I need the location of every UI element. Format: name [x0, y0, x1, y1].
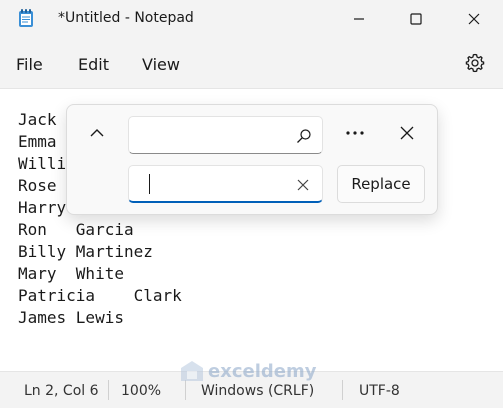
- encoding[interactable]: UTF-8: [359, 383, 400, 399]
- line-ending[interactable]: Windows (CRLF): [201, 383, 314, 399]
- menu-bar: File Edit View: [0, 38, 503, 88]
- more-icon: [346, 131, 364, 135]
- status-divider: [185, 380, 186, 400]
- text-line: Patricia Clark: [18, 286, 182, 305]
- minimize-button[interactable]: [330, 0, 388, 38]
- toggle-replace-button[interactable]: [83, 119, 111, 147]
- close-window-button[interactable]: [445, 0, 503, 38]
- gear-icon[interactable]: [464, 52, 486, 74]
- replace-input[interactable]: [137, 172, 291, 198]
- chevron-up-icon: [90, 129, 104, 137]
- text-caret: [149, 174, 150, 194]
- replace-field[interactable]: [128, 165, 323, 203]
- menu-edit[interactable]: Edit: [78, 55, 109, 74]
- status-bar: Ln 2, Col 6 100% Windows (CRLF) UTF-8: [0, 371, 503, 408]
- search-icon[interactable]: [296, 128, 312, 144]
- status-divider: [108, 380, 109, 400]
- window-title: *Untitled - Notepad: [58, 10, 194, 26]
- find-replace-panel: Replace: [66, 104, 438, 215]
- menu-file[interactable]: File: [16, 55, 43, 74]
- minimize-icon: [354, 18, 364, 20]
- status-divider: [342, 380, 343, 400]
- text-line: Billy Martinez: [18, 242, 153, 261]
- title-bar: *Untitled - Notepad: [0, 0, 503, 38]
- text-line: James Lewis: [18, 308, 124, 327]
- maximize-icon: [410, 13, 422, 25]
- find-field[interactable]: [128, 116, 323, 154]
- close-icon: [400, 126, 414, 140]
- find-input[interactable]: [137, 123, 291, 149]
- notepad-icon: [19, 9, 33, 27]
- more-options-button[interactable]: [341, 119, 369, 147]
- replace-button[interactable]: Replace: [337, 165, 425, 203]
- close-icon: [468, 13, 480, 25]
- maximize-button[interactable]: [387, 0, 445, 38]
- clear-icon[interactable]: [296, 178, 310, 192]
- cursor-position: Ln 2, Col 6: [24, 383, 99, 399]
- menu-view[interactable]: View: [142, 55, 180, 74]
- text-line: Ron Garcia: [18, 220, 134, 239]
- text-line: Mary White: [18, 264, 124, 283]
- zoom-level[interactable]: 100%: [121, 383, 161, 399]
- close-find-button[interactable]: [393, 119, 421, 147]
